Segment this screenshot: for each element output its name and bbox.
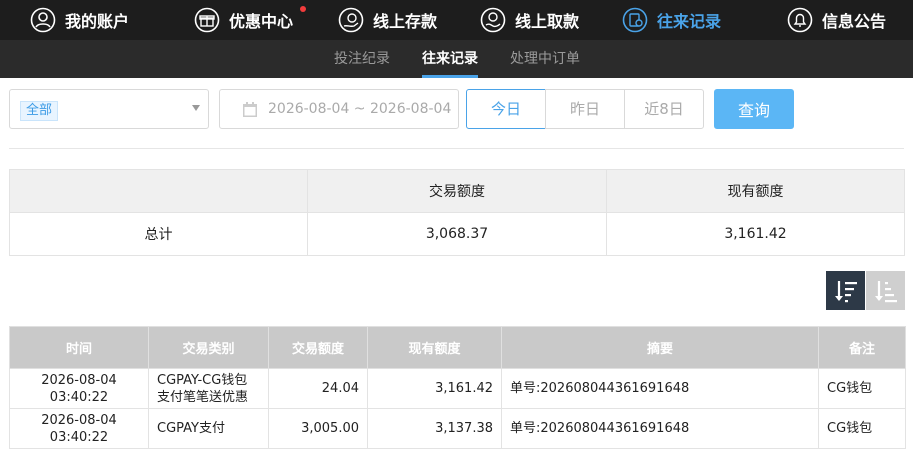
table-row: 2026-08-04 03:40:22 CGPAY-CG钱包支付笔笔送优惠 24…: [9, 368, 906, 409]
query-button[interactable]: 查询: [714, 89, 794, 129]
cell-amount: 24.04: [268, 368, 368, 409]
summary-header-cell: 现有额度: [606, 169, 905, 213]
type-select[interactable]: 全部: [9, 89, 209, 129]
records-header-row: 时间 交易类别 交易额度 现有额度 摘要 备注: [9, 326, 906, 369]
cell-balance: 3,137.38: [367, 408, 502, 449]
sort-ascending-icon: [874, 280, 897, 302]
nav-label: 往来记录: [657, 12, 722, 31]
bell-icon: [787, 7, 813, 33]
column-header-type: 交易类别: [148, 326, 269, 369]
calendar-icon: [243, 102, 257, 117]
deposit-icon: [338, 7, 364, 33]
records-table: 时间 交易类别 交易额度 现有额度 摘要 备注 2026-08-04 03:40…: [9, 326, 906, 449]
column-header-balance: 现有额度: [367, 326, 502, 369]
cell-type: CGPAY支付: [148, 408, 269, 449]
nav-label: 线上取款: [515, 12, 580, 31]
summary-cell: 总计: [9, 212, 308, 256]
gift-icon: [194, 7, 220, 33]
summary-header-row: 交易额度 现有额度: [9, 169, 905, 213]
date-range-text: 2026-08-04 ~ 2026-08-04: [268, 101, 452, 117]
cell-time: 2026-08-04 03:40:22: [9, 368, 149, 409]
column-header-remark: 备注: [818, 326, 906, 369]
tab-transaction-records[interactable]: 往来记录: [422, 40, 478, 78]
top-nav: 我的账户 优惠中心 线上存款 线上取款 往来记录 信息公告: [0, 0, 913, 40]
quick-8days-button[interactable]: 近8日: [624, 89, 704, 129]
nav-deposit[interactable]: 线上存款: [338, 0, 437, 40]
divider: [9, 148, 904, 149]
selected-type-tag: 全部: [20, 101, 59, 121]
cell-summary: 单号:202608044361691648: [501, 368, 819, 409]
table-row: 2026-08-04 03:40:22 CGPAY支付 3,005.00 3,1…: [9, 408, 906, 449]
cell-amount: 3,005.00: [268, 408, 368, 449]
cell-time: 2026-08-04 03:40:22: [9, 408, 149, 449]
summary-cell: 3,161.42: [606, 212, 905, 256]
nav-label: 我的账户: [65, 12, 130, 31]
summary-header-cell: 交易额度: [307, 169, 607, 213]
date-range-picker[interactable]: 2026-08-04 ~ 2026-08-04: [219, 89, 459, 129]
nav-label: 线上存款: [373, 12, 438, 31]
nav-label: 优惠中心: [229, 12, 294, 31]
notification-dot: [300, 6, 306, 12]
nav-announcements[interactable]: 信息公告: [787, 0, 886, 40]
cell-summary: 单号:202608044361691648: [501, 408, 819, 449]
cell-remark: CG钱包: [818, 368, 906, 409]
user-icon: [30, 7, 56, 33]
sort-descending-icon: [834, 280, 857, 302]
summary-total-row: 总计 3,068.37 3,161.42: [9, 212, 905, 256]
sort-descending-button[interactable]: [826, 271, 865, 310]
column-header-summary: 摘要: [501, 326, 819, 369]
record-icon: [622, 7, 648, 33]
column-header-amount: 交易额度: [268, 326, 368, 369]
cell-type: CGPAY-CG钱包支付笔笔送优惠: [148, 368, 269, 409]
sort-ascending-button[interactable]: [866, 271, 905, 310]
summary-cell: 3,068.37: [307, 212, 607, 256]
column-header-time: 时间: [9, 326, 149, 369]
sub-nav: 投注纪录 往来记录 处理中订单: [0, 40, 913, 78]
nav-records[interactable]: 往来记录: [622, 0, 721, 40]
tab-pending-orders[interactable]: 处理中订单: [510, 40, 580, 78]
quick-yesterday-button[interactable]: 昨日: [545, 89, 625, 129]
cell-remark: CG钱包: [818, 408, 906, 449]
nav-withdraw[interactable]: 线上取款: [480, 0, 579, 40]
tab-bet-records[interactable]: 投注纪录: [334, 40, 390, 78]
quick-today-button[interactable]: 今日: [466, 89, 546, 129]
cell-balance: 3,161.42: [367, 368, 502, 409]
summary-header-cell: [9, 169, 308, 213]
summary-table: 交易额度 现有额度 总计 3,068.37 3,161.42: [9, 169, 905, 256]
caret-down-icon: [192, 105, 200, 111]
nav-promotions[interactable]: 优惠中心: [194, 0, 293, 40]
nav-my-account[interactable]: 我的账户: [30, 0, 129, 40]
nav-label: 信息公告: [822, 12, 887, 31]
withdraw-icon: [480, 7, 506, 33]
